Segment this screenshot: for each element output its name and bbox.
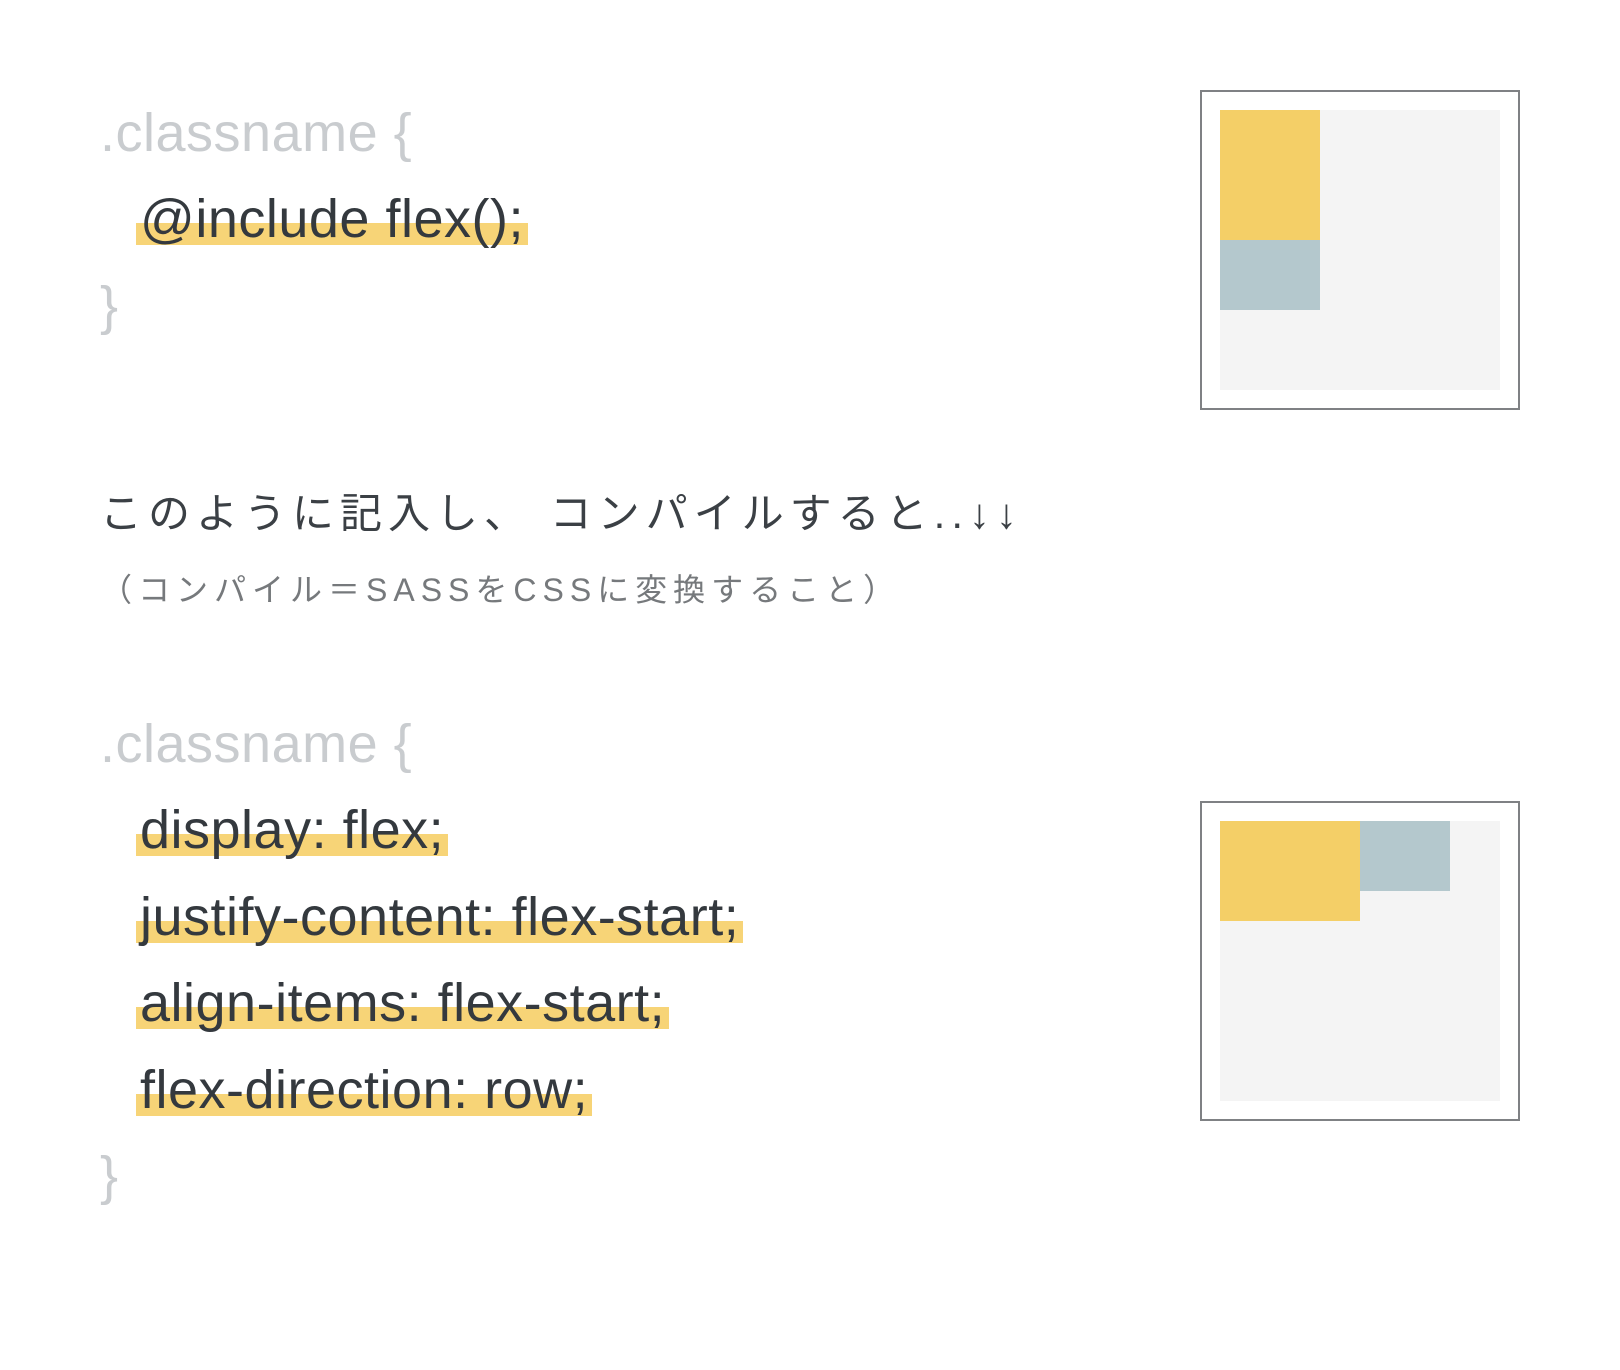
code-selector: .classname { xyxy=(100,714,412,774)
flex-container-column xyxy=(1220,110,1500,390)
code-line-highlight: align-items: flex-start; xyxy=(140,973,665,1033)
code-line-highlight: flex-direction: row; xyxy=(140,1060,588,1120)
flex-diagram-row xyxy=(1200,801,1520,1121)
code-css: .classname { display: flex; justify-cont… xyxy=(100,701,1160,1219)
flex-item-yellow xyxy=(1220,110,1320,240)
code-sass: .classname { @include flex(); } xyxy=(100,90,1160,349)
code-close-brace: } xyxy=(100,1146,119,1206)
caption-sub: （コンパイル＝SASSをCSSに変換すること） xyxy=(100,565,1520,611)
code-line-highlight: @include flex(); xyxy=(140,189,524,249)
example-block-2: .classname { display: flex; justify-cont… xyxy=(100,701,1520,1219)
example-block-1: .classname { @include flex(); } xyxy=(100,90,1520,410)
flex-item-blue xyxy=(1360,821,1450,891)
code-close-brace: } xyxy=(100,276,119,336)
flex-diagram-column xyxy=(1200,90,1520,410)
flex-container-row xyxy=(1220,821,1500,1101)
caption-main: このように記入し、 コンパイルすると..↓↓ xyxy=(100,480,1520,541)
code-line-highlight: display: flex; xyxy=(140,800,444,860)
flex-item-blue xyxy=(1220,240,1320,310)
flex-item-yellow xyxy=(1220,821,1360,921)
code-selector: .classname { xyxy=(100,103,412,163)
code-line-highlight: justify-content: flex-start; xyxy=(140,887,739,947)
